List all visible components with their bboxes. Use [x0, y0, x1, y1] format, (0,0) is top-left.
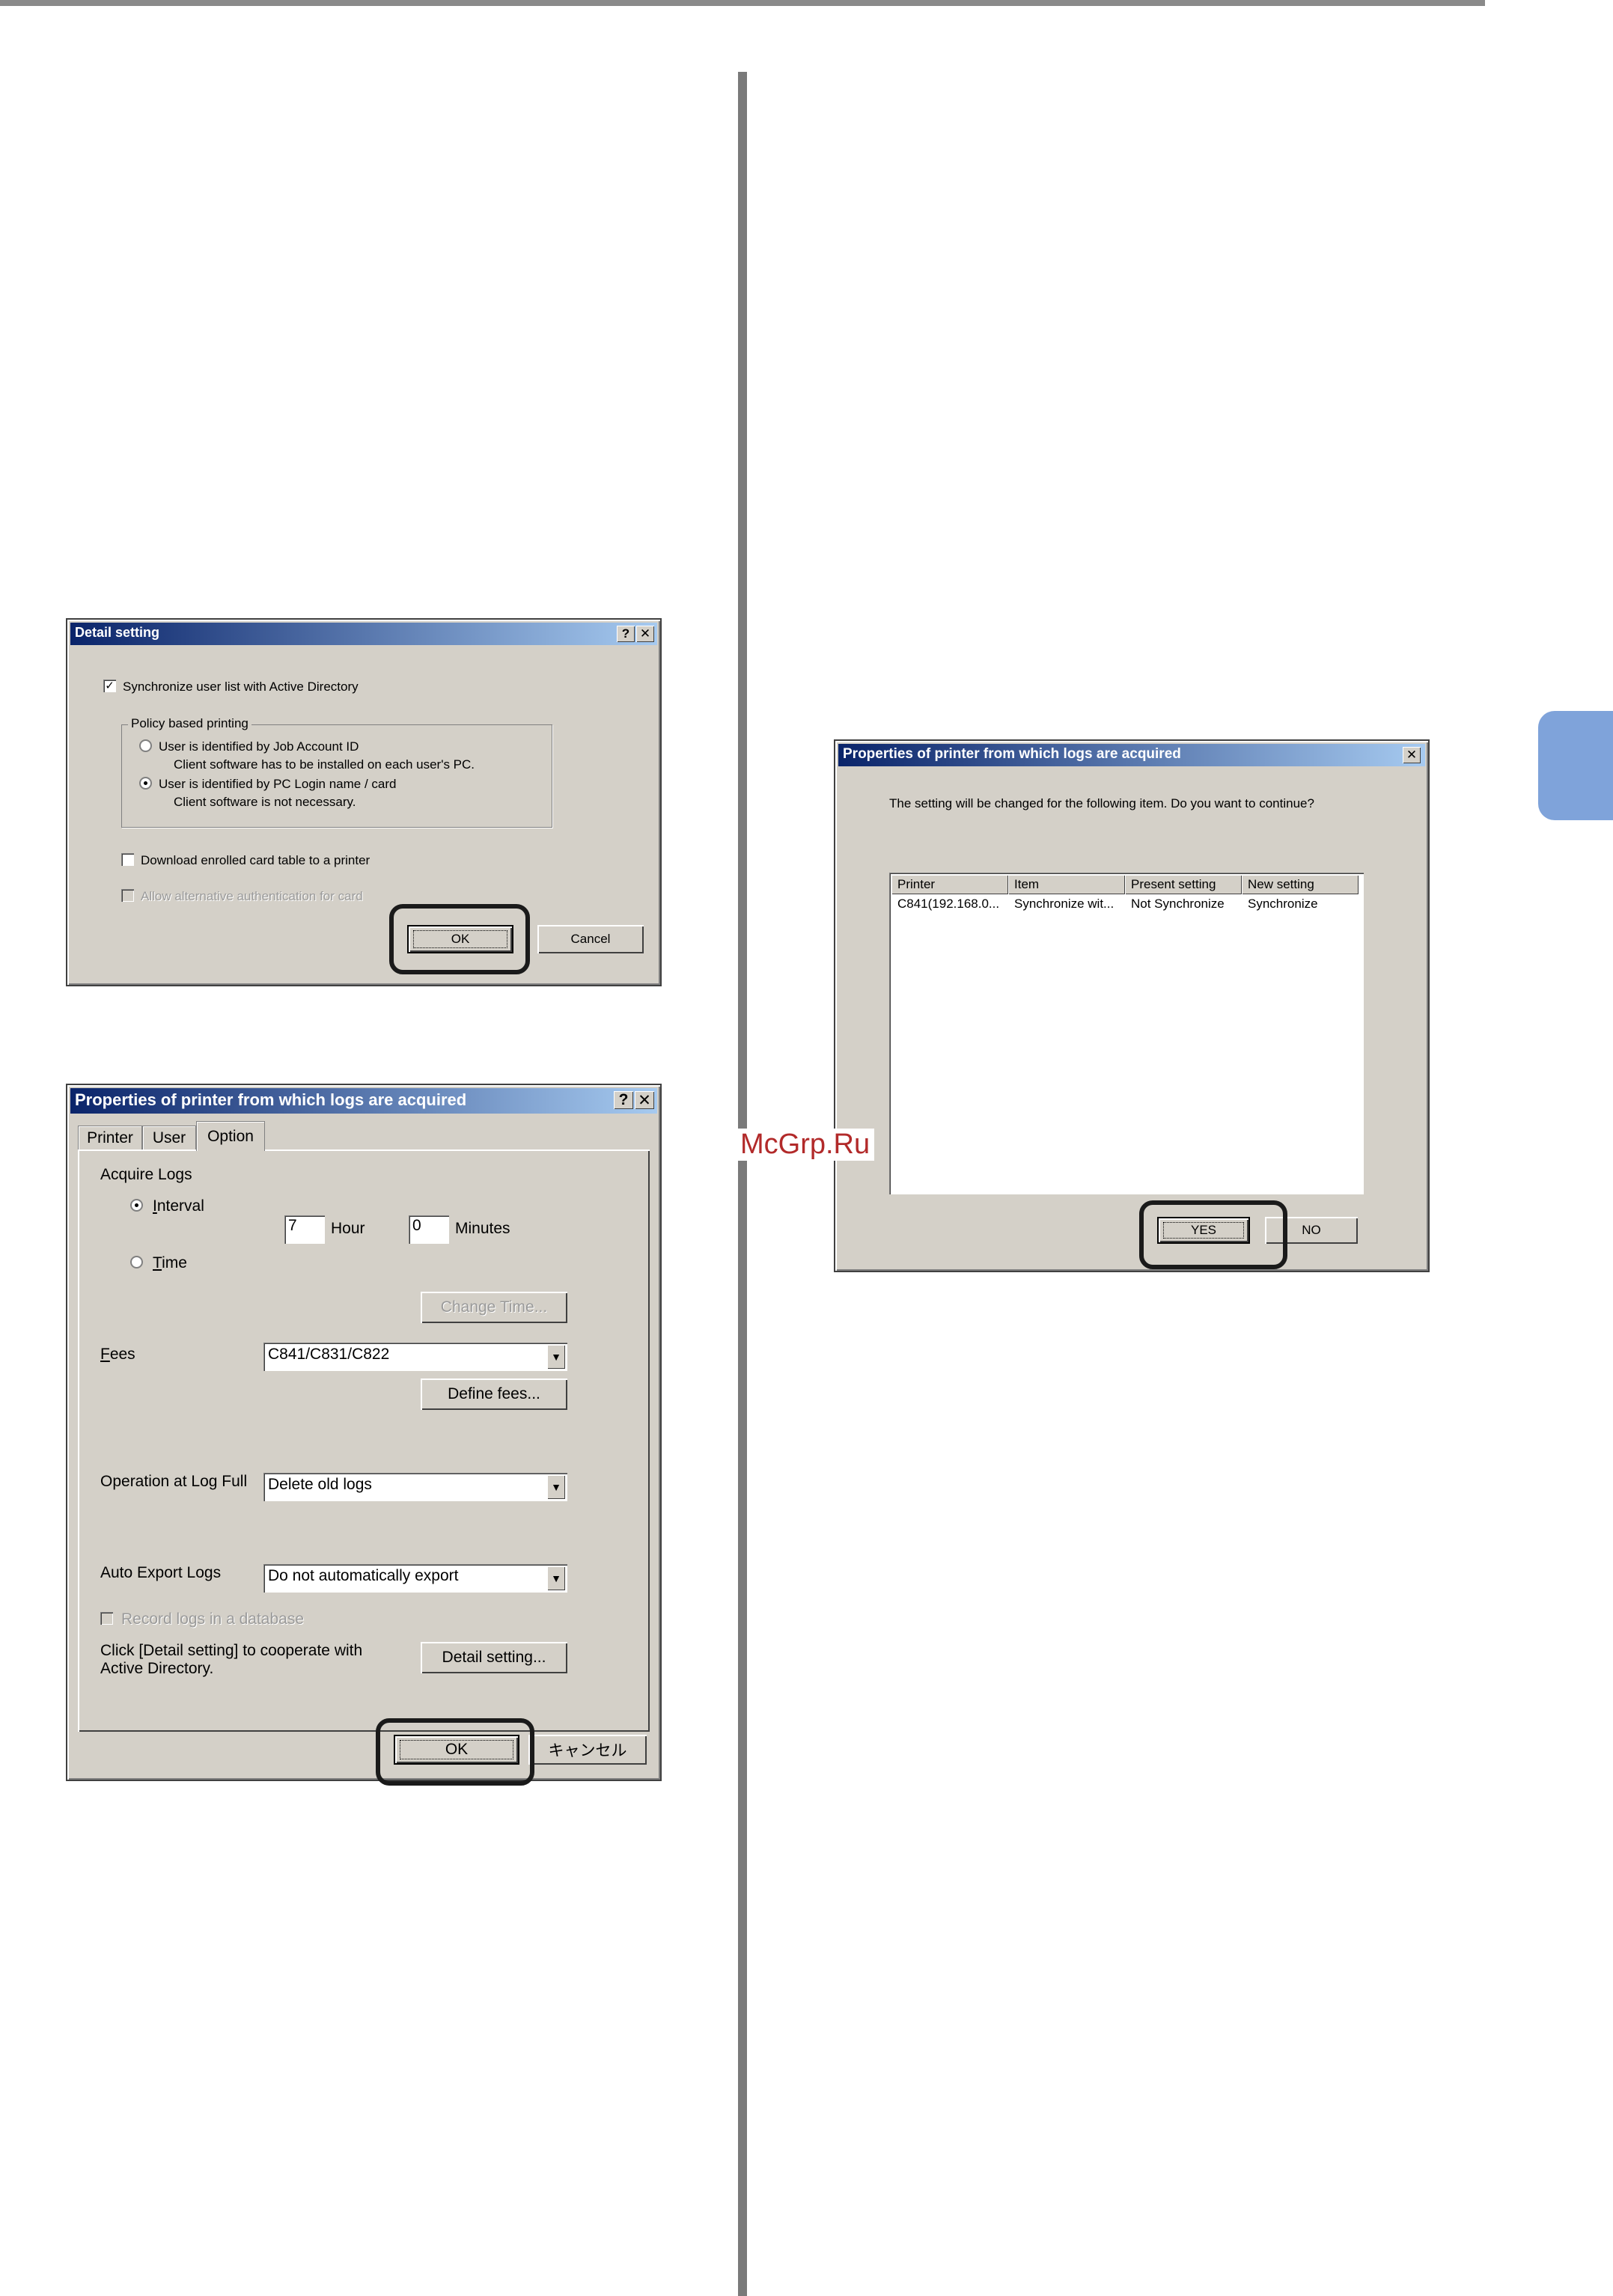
radio-time[interactable] — [130, 1256, 143, 1268]
col-item-header[interactable]: Item — [1008, 875, 1125, 894]
confirm-dialog-titlebar: Properties of printer from which logs ar… — [838, 744, 1425, 766]
acquire-logs-label: Acquire Logs — [100, 1166, 192, 1183]
interval-label: Interval — [153, 1197, 204, 1215]
change-time-label: Change Time... — [440, 1298, 548, 1316]
op-log-full-value: Delete old logs — [268, 1476, 372, 1493]
changes-listview[interactable]: Printer Item Present setting New setting… — [889, 873, 1364, 1194]
record-db-checkbox[interactable] — [100, 1612, 113, 1625]
tab-printer[interactable]: Printer — [78, 1126, 142, 1149]
row-printer-cell[interactable]: C841(192.168.0... — [891, 897, 1008, 912]
props-cancel-button[interactable]: キャンセル — [528, 1735, 647, 1765]
fees-label: Fees — [100, 1346, 135, 1363]
radio-job-account[interactable] — [139, 739, 152, 752]
radio-pc-login[interactable] — [139, 777, 152, 790]
confirm-message: The setting will be changed for the foll… — [889, 796, 1314, 810]
download-card-checkbox[interactable] — [121, 853, 134, 866]
close-icon[interactable]: ✕ — [636, 626, 654, 642]
radio-job-account-label: User is identified by Job Account ID — [159, 739, 359, 754]
detail-cancel-button[interactable]: Cancel — [537, 925, 644, 953]
col-new-header[interactable]: New setting — [1242, 875, 1359, 894]
yes-highlight-callout — [1139, 1200, 1287, 1269]
ok-highlight-callout — [376, 1718, 534, 1786]
detail-setting-button[interactable]: Detail setting... — [421, 1642, 567, 1673]
interval-minutes-input[interactable]: 0 — [409, 1215, 449, 1244]
watermark-text: McGrp.Ru — [736, 1129, 875, 1161]
sync-ad-label: Synchronize user list with Active Direct… — [123, 680, 359, 694]
printer-properties-dialog: Properties of printer from which logs ar… — [66, 1084, 662, 1786]
minutes-label: Minutes — [455, 1220, 510, 1237]
ad-note-line2: Active Directory. — [100, 1660, 214, 1677]
hour-label: Hour — [331, 1220, 365, 1237]
change-time-button[interactable]: Change Time... — [421, 1292, 567, 1323]
radio-pc-login-note: Client software is not necessary. — [174, 795, 356, 809]
row-item-cell[interactable]: Synchronize wit... — [1008, 897, 1125, 912]
tab-user[interactable]: User — [142, 1126, 196, 1149]
chevron-down-icon[interactable]: ▼ — [547, 1475, 565, 1499]
row-present-cell[interactable]: Not Synchronize — [1125, 897, 1242, 912]
detail-dialog-titlebar: Detail setting ? ✕ — [70, 623, 657, 645]
define-fees-label: Define fees... — [448, 1385, 540, 1402]
ok-highlight-callout — [389, 904, 530, 974]
detail-setting-label: Detail setting... — [442, 1649, 546, 1666]
auto-export-label: Auto Export Logs — [100, 1564, 222, 1581]
chapter-side-tab — [1538, 711, 1613, 820]
col-present-header[interactable]: Present setting — [1125, 875, 1242, 894]
detail-dialog-title: Detail setting — [75, 625, 160, 640]
ad-note-line1: Click [Detail setting] to cooperate with — [100, 1642, 363, 1659]
detail-cancel-label: Cancel — [570, 932, 611, 946]
interval-hour-input[interactable]: 7 — [284, 1215, 325, 1244]
sync-ad-checkbox[interactable]: ✓ — [103, 680, 116, 692]
chevron-down-icon[interactable]: ▼ — [547, 1345, 565, 1369]
detail-setting-dialog: Detail setting ? ✕ ✓ Synchronize user li… — [66, 618, 662, 986]
radio-interval[interactable] — [130, 1199, 143, 1212]
allow-alt-label: Allow alternative authentication for car… — [141, 889, 363, 903]
props-cancel-label: キャンセル — [548, 1742, 627, 1759]
row-new-cell[interactable]: Synchronize — [1242, 897, 1359, 912]
props-dialog-titlebar: Properties of printer from which logs ar… — [70, 1088, 657, 1114]
fees-select[interactable]: C841/C831/C822 ▼ — [263, 1343, 567, 1371]
record-db-label: Record logs in a database — [121, 1610, 304, 1628]
op-log-full-label: Operation at Log Full — [100, 1473, 248, 1490]
radio-pc-login-label: User is identified by PC Login name / ca… — [159, 777, 397, 791]
chevron-down-icon[interactable]: ▼ — [547, 1566, 565, 1590]
download-card-label: Download enrolled card table to a printe… — [141, 853, 371, 867]
no-label: NO — [1302, 1223, 1321, 1237]
help-icon[interactable]: ? — [614, 1091, 633, 1109]
help-icon[interactable]: ? — [617, 626, 635, 642]
time-label: Time — [153, 1254, 187, 1271]
auto-export-value: Do not automatically export — [268, 1567, 459, 1584]
column-divider — [738, 72, 747, 2296]
radio-job-account-note: Client software has to be installed on e… — [174, 757, 475, 772]
tab-option[interactable]: Option — [196, 1121, 265, 1151]
top-rule — [0, 0, 1485, 6]
policy-group-label: Policy based printing — [128, 716, 251, 731]
confirm-change-dialog: Properties of printer from which logs ar… — [834, 739, 1430, 1272]
close-icon[interactable]: ✕ — [1403, 747, 1421, 763]
close-icon[interactable]: ✕ — [635, 1091, 654, 1109]
auto-export-select[interactable]: Do not automatically export ▼ — [263, 1564, 567, 1593]
fees-value: C841/C831/C822 — [268, 1346, 390, 1363]
define-fees-button[interactable]: Define fees... — [421, 1378, 567, 1410]
props-dialog-title: Properties of printer from which logs ar… — [75, 1090, 467, 1109]
col-printer-header[interactable]: Printer — [891, 875, 1008, 894]
allow-alt-checkbox[interactable] — [121, 889, 134, 902]
op-log-full-select[interactable]: Delete old logs ▼ — [263, 1473, 567, 1501]
confirm-dialog-title: Properties of printer from which logs ar… — [843, 746, 1181, 762]
